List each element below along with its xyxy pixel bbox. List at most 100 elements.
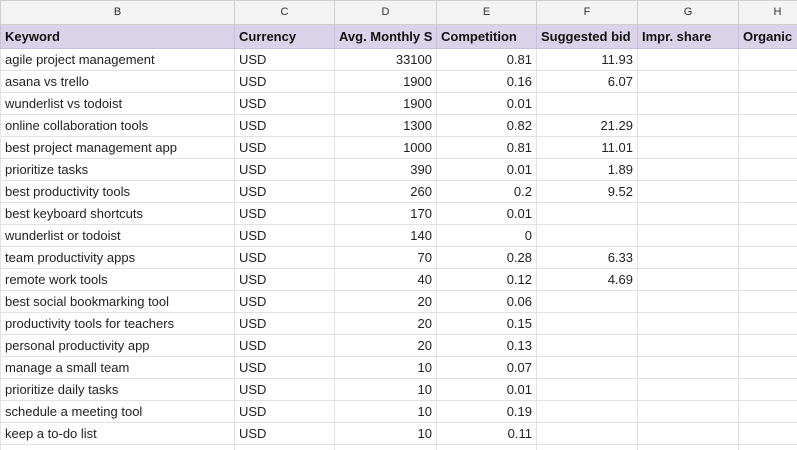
cell-avg-monthly-searches[interactable]: 260: [334, 180, 437, 203]
cell-currency[interactable]: USD: [234, 268, 335, 291]
cell-suggested-bid[interactable]: [536, 290, 638, 313]
cell-suggested-bid[interactable]: 11.01: [536, 136, 638, 159]
cell-keyword[interactable]: best project management app: [0, 136, 235, 159]
cell-competition[interactable]: 0: [436, 224, 537, 247]
cell-organic[interactable]: [738, 92, 797, 115]
cell-organic[interactable]: [738, 378, 797, 401]
header-avg-monthly-searches[interactable]: Avg. Monthly S: [334, 24, 437, 49]
cell-avg-monthly-searches[interactable]: 10: [334, 378, 437, 401]
cell-competition[interactable]: 0.82: [436, 114, 537, 137]
header-currency[interactable]: Currency: [234, 24, 335, 49]
cell-avg-monthly-searches[interactable]: 20: [334, 334, 437, 357]
cell-currency[interactable]: USD: [234, 290, 335, 313]
header-organic[interactable]: Organic: [738, 24, 797, 49]
cell-impr-share[interactable]: [637, 202, 739, 225]
column-letter-g[interactable]: G: [637, 0, 739, 25]
cell-organic[interactable]: [738, 400, 797, 423]
cell-impr-share[interactable]: [637, 422, 739, 445]
cell-impr-share[interactable]: [637, 246, 739, 269]
cell-keyword[interactable]: online collaboration tools: [0, 114, 235, 137]
cell-keyword[interactable]: best productivity tools: [0, 180, 235, 203]
cell-organic[interactable]: [738, 268, 797, 291]
cell-suggested-bid[interactable]: 1.89: [536, 158, 638, 181]
cell-currency[interactable]: USD: [234, 48, 335, 71]
cell-currency[interactable]: USD: [234, 312, 335, 335]
cell-competition[interactable]: 0.16: [436, 70, 537, 93]
header-impr-share[interactable]: Impr. share: [637, 24, 739, 49]
cell-competition[interactable]: 0.06: [436, 290, 537, 313]
cell-competition[interactable]: 0.19: [436, 400, 537, 423]
cell-keyword[interactable]: schedule a meeting tool: [0, 400, 235, 423]
cell-impr-share[interactable]: [637, 312, 739, 335]
cell-currency[interactable]: USD: [234, 136, 335, 159]
cell-competition[interactable]: 0.2: [436, 180, 537, 203]
cell-organic[interactable]: [738, 356, 797, 379]
cell-avg-monthly-searches[interactable]: 70: [334, 246, 437, 269]
cell-currency[interactable]: USD: [234, 356, 335, 379]
cell-competition[interactable]: 0.12: [436, 268, 537, 291]
column-letter-f[interactable]: F: [536, 0, 638, 25]
cell-organic[interactable]: [738, 158, 797, 181]
cell-currency[interactable]: USD: [234, 202, 335, 225]
cell-currency[interactable]: USD: [234, 92, 335, 115]
cell-competition[interactable]: 0.28: [436, 246, 537, 269]
cell-currency[interactable]: USD: [234, 114, 335, 137]
cell-competition[interactable]: 0.01: [436, 202, 537, 225]
cell-suggested-bid[interactable]: 11.93: [536, 48, 638, 71]
cell-avg-monthly-searches[interactable]: 1300: [334, 114, 437, 137]
cell-impr-share[interactable]: [637, 114, 739, 137]
cell-avg-monthly-searches[interactable]: 1000: [334, 136, 437, 159]
cell-avg-monthly-searches[interactable]: 20: [334, 312, 437, 335]
cell-suggested-bid[interactable]: 6.33: [536, 246, 638, 269]
cell-suggested-bid[interactable]: [536, 224, 638, 247]
cell-competition[interactable]: 0.01: [436, 378, 537, 401]
cell-competition[interactable]: 0.11: [436, 422, 537, 445]
cell-competition[interactable]: 0.13: [436, 334, 537, 357]
cell-suggested-bid[interactable]: [536, 334, 638, 357]
cell-organic[interactable]: [738, 114, 797, 137]
cell-competition[interactable]: 0.81: [436, 136, 537, 159]
cell-suggested-bid[interactable]: 6.07: [536, 70, 638, 93]
cell-currency[interactable]: USD: [234, 224, 335, 247]
cell-keyword[interactable]: asana vs trello: [0, 70, 235, 93]
cell-keyword[interactable]: remote work tools: [0, 268, 235, 291]
cell-impr-share[interactable]: [637, 334, 739, 357]
cell-impr-share[interactable]: [637, 400, 739, 423]
cell-suggested-bid[interactable]: 21.29: [536, 114, 638, 137]
cell-currency[interactable]: USD: [234, 334, 335, 357]
cell-keyword[interactable]: productivity tools for teachers: [0, 312, 235, 335]
cell-impr-share[interactable]: [637, 136, 739, 159]
cell-suggested-bid[interactable]: [536, 378, 638, 401]
cell-currency[interactable]: USD: [234, 378, 335, 401]
header-keyword[interactable]: Keyword: [0, 24, 235, 49]
cell-keyword[interactable]: wunderlist or todoist: [0, 224, 235, 247]
header-competition[interactable]: Competition: [436, 24, 537, 49]
cell-impr-share[interactable]: [637, 92, 739, 115]
column-letter-c[interactable]: C: [234, 0, 335, 25]
cell-avg-monthly-searches[interactable]: 140: [334, 224, 437, 247]
cell-organic[interactable]: [738, 312, 797, 335]
cell-keyword[interactable]: manage a small team: [0, 356, 235, 379]
cell-competition[interactable]: 0: [436, 444, 537, 450]
column-letter-d[interactable]: D: [334, 0, 437, 25]
cell-competition[interactable]: 0.01: [436, 92, 537, 115]
column-letter-h[interactable]: H: [738, 0, 797, 25]
cell-organic[interactable]: [738, 422, 797, 445]
cell-competition[interactable]: 0.01: [436, 158, 537, 181]
cell-organic[interactable]: [738, 48, 797, 71]
cell-avg-monthly-searches[interactable]: 1900: [334, 92, 437, 115]
cell-avg-monthly-searches[interactable]: 10: [334, 356, 437, 379]
cell-suggested-bid[interactable]: [536, 422, 638, 445]
cell-impr-share[interactable]: [637, 444, 739, 450]
column-letter-b[interactable]: B: [0, 0, 235, 25]
cell-impr-share[interactable]: [637, 224, 739, 247]
cell-impr-share[interactable]: [637, 70, 739, 93]
cell-competition[interactable]: 0.15: [436, 312, 537, 335]
cell-impr-share[interactable]: [637, 158, 739, 181]
cell-organic[interactable]: [738, 136, 797, 159]
cell-currency[interactable]: USD: [234, 70, 335, 93]
cell-keyword[interactable]: best social bookmarking tool: [0, 290, 235, 313]
cell-organic[interactable]: [738, 180, 797, 203]
cell-currency[interactable]: USD: [234, 158, 335, 181]
cell-organic[interactable]: [738, 290, 797, 313]
